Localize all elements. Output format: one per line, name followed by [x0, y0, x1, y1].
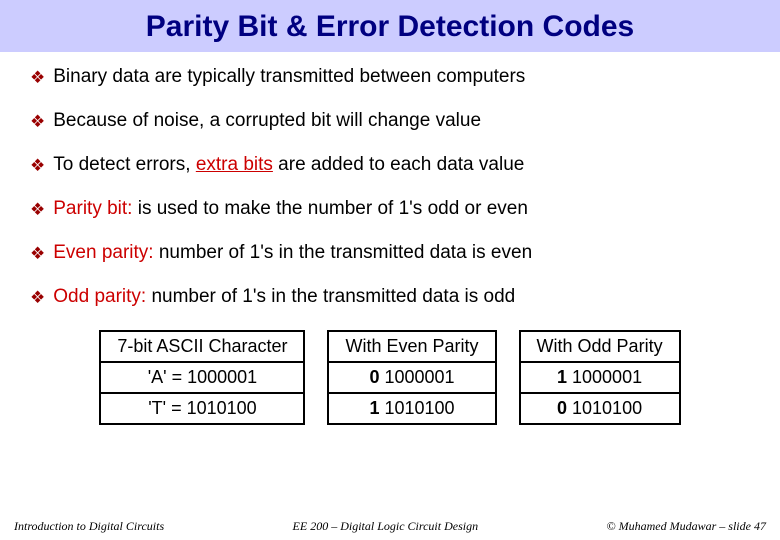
bullet-text: Binary data are typically transmitted be… — [53, 66, 525, 88]
table-row: 0 1010100 — [520, 393, 680, 424]
bullet-diamond-icon: ❖ — [30, 198, 45, 222]
emphasis-text: Odd parity: — [53, 286, 146, 307]
table-cell: 1 1000001 — [520, 362, 680, 393]
bullet-text: Because of noise, a corrupted bit will c… — [53, 110, 481, 132]
bullet-text: Even parity: number of 1's in the transm… — [53, 242, 532, 264]
bullet-item: ❖ To detect errors, extra bits are added… — [30, 154, 750, 178]
table-cell: 'T' = 1010100 — [100, 393, 304, 424]
bullet-diamond-icon: ❖ — [30, 110, 45, 134]
table-header-cell: With Even Parity — [328, 331, 495, 362]
bullet-diamond-icon: ❖ — [30, 154, 45, 178]
emphasis-text: Even parity: — [53, 242, 153, 263]
table-row: 1 1010100 — [328, 393, 495, 424]
table-row: 'T' = 1010100 — [100, 393, 304, 424]
table-row: With Even Parity — [328, 331, 495, 362]
table-header-cell: With Odd Parity — [520, 331, 680, 362]
table-cell: 1 1010100 — [328, 393, 495, 424]
bullet-text: To detect errors, extra bits are added t… — [53, 154, 524, 176]
bullet-diamond-icon: ❖ — [30, 66, 45, 90]
footer: Introduction to Digital Circuits EE 200 … — [0, 519, 780, 534]
table-row: 7-bit ASCII Character — [100, 331, 304, 362]
bullet-item: ❖ Even parity: number of 1's in the tran… — [30, 242, 750, 266]
title-band: Parity Bit & Error Detection Codes — [0, 0, 780, 52]
footer-left: Introduction to Digital Circuits — [14, 519, 164, 534]
bullet-text: Odd parity: number of 1's in the transmi… — [53, 286, 515, 308]
emphasis-text: Parity bit: — [53, 198, 132, 219]
bullet-item: ❖ Binary data are typically transmitted … — [30, 66, 750, 90]
content-area: ❖ Binary data are typically transmitted … — [0, 52, 780, 425]
bullet-item: ❖ Parity bit: is used to make the number… — [30, 198, 750, 222]
tables-row: 7-bit ASCII Character 'A' = 1000001 'T' … — [30, 330, 750, 425]
bullet-item: ❖ Odd parity: number of 1's in the trans… — [30, 286, 750, 310]
table-odd-parity: With Odd Parity 1 1000001 0 1010100 — [519, 330, 681, 425]
table-cell: 'A' = 1000001 — [100, 362, 304, 393]
table-row: With Odd Parity — [520, 331, 680, 362]
table-cell: 0 1000001 — [328, 362, 495, 393]
table-row: 'A' = 1000001 — [100, 362, 304, 393]
bullet-diamond-icon: ❖ — [30, 242, 45, 266]
table-even-parity: With Even Parity 0 1000001 1 1010100 — [327, 330, 496, 425]
emphasis-text: extra bits — [196, 154, 273, 175]
table-header-cell: 7-bit ASCII Character — [100, 331, 304, 362]
bullet-item: ❖ Because of noise, a corrupted bit will… — [30, 110, 750, 134]
bullet-diamond-icon: ❖ — [30, 286, 45, 310]
footer-right: © Muhamed Mudawar – slide 47 — [607, 519, 766, 534]
table-row: 0 1000001 — [328, 362, 495, 393]
table-ascii: 7-bit ASCII Character 'A' = 1000001 'T' … — [99, 330, 305, 425]
table-row: 1 1000001 — [520, 362, 680, 393]
bullet-text: Parity bit: is used to make the number o… — [53, 198, 528, 220]
table-cell: 0 1010100 — [520, 393, 680, 424]
slide-title: Parity Bit & Error Detection Codes — [0, 10, 780, 44]
footer-center: EE 200 – Digital Logic Circuit Design — [293, 519, 479, 534]
